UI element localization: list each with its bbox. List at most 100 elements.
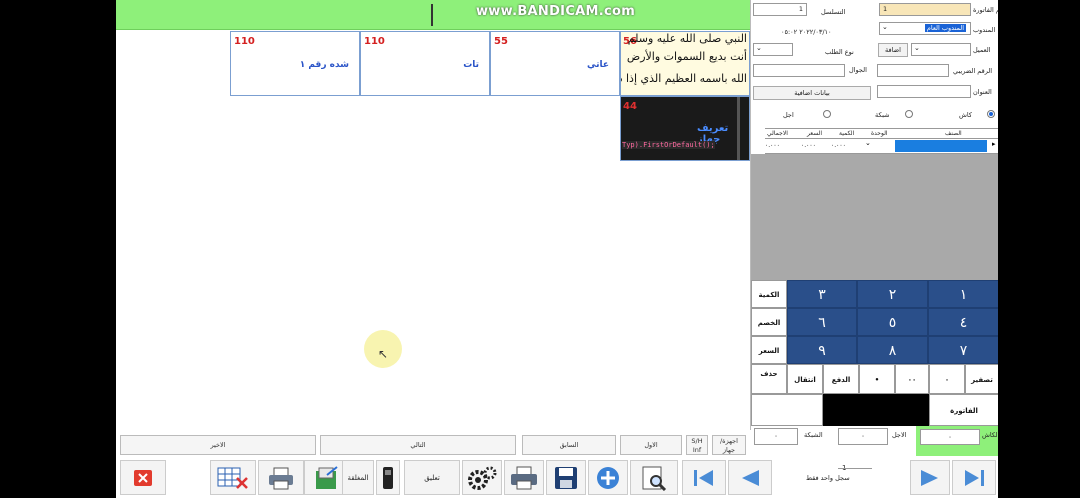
key-4[interactable]: ٤ (928, 308, 998, 336)
next-record-button[interactable] (910, 460, 950, 495)
radio-credit[interactable] (823, 110, 831, 118)
cursor-icon: ↖ (378, 347, 389, 361)
print-button[interactable] (258, 460, 304, 495)
key-3[interactable]: ٣ (787, 280, 857, 308)
pay-key[interactable]: الدفع (823, 364, 859, 394)
customer-select[interactable]: ⌄ (911, 43, 971, 56)
rep-select[interactable]: ⌄ المندوب العام (879, 22, 971, 35)
price-cell[interactable]: ٠.٠٠٠ (801, 142, 816, 149)
product-tile[interactable]: 110 تات (360, 31, 490, 96)
chevron-down-icon: ⌄ (914, 44, 920, 52)
sh-info-button[interactable]: S/H Inf (686, 435, 708, 455)
price-key[interactable]: السعر (751, 336, 787, 364)
closed-label: المغلقة (347, 473, 369, 482)
product-tile[interactable]: 110 شده رقم ١ (230, 31, 360, 96)
key-9[interactable]: ٩ (787, 336, 857, 364)
save-button[interactable] (546, 460, 586, 495)
add-customer-button[interactable]: اضافة (878, 43, 908, 57)
card-reader-icon (383, 466, 393, 489)
last-button[interactable]: الاخير (120, 435, 316, 455)
product-tile-code[interactable]: 44 تعريف جهاز Typ).FirstOrDefault(); (620, 96, 750, 161)
invoice-number-field[interactable]: 1 (879, 3, 971, 16)
chevron-down-icon: ⌄ (756, 44, 762, 52)
key-6[interactable]: ٦ (787, 308, 857, 336)
device-button[interactable]: اجهزة/ جهاز (712, 435, 746, 455)
qty-key[interactable]: الكمية (751, 280, 787, 308)
serial-label: التسلسل (821, 8, 846, 16)
prev-button[interactable]: السابق (522, 435, 616, 455)
move-key[interactable]: انتقال (787, 364, 823, 394)
items-area: ◉ ■ ❐ ✲ (751, 154, 998, 422)
extra-data-button[interactable]: بيانات اضافية (753, 86, 871, 100)
mobile-label: الجوال (849, 66, 867, 74)
network-total: ٠ (754, 428, 798, 445)
address-field[interactable] (877, 85, 971, 98)
printer-icon (511, 466, 537, 489)
mobile-field[interactable] (753, 64, 845, 77)
order-type-select[interactable]: ⌄ (753, 43, 793, 56)
item-cell[interactable] (895, 140, 987, 152)
qty-cell[interactable]: ٠.٠٠٠ (831, 142, 846, 149)
tax-number-field[interactable] (877, 64, 949, 77)
tile-price: 44 (623, 101, 637, 112)
serial-field[interactable]: 1 (753, 3, 807, 16)
invoice-number-label: رقم الفاتورة (973, 6, 998, 14)
prev-record-button[interactable] (728, 460, 772, 495)
address-label: العنوان (973, 88, 992, 96)
tile-name: تات (463, 60, 479, 70)
record-indicator: 1 سجل واحد فقط (776, 460, 912, 495)
key-2[interactable]: ٢ (857, 280, 928, 308)
key-8[interactable]: ٨ (857, 336, 928, 364)
key-5[interactable]: ٥ (857, 308, 928, 336)
first-button[interactable]: الاول (620, 435, 682, 455)
delete-grid-button[interactable] (210, 460, 256, 495)
blank-key[interactable] (751, 394, 823, 426)
search-button[interactable] (630, 460, 678, 495)
keypad: الكمية الخصم السعر ٣ ٢ ١ ٦ ٥ ٤ ٩ ٨ ٧ حذف… (751, 280, 998, 430)
scrollbar[interactable] (737, 97, 740, 160)
radio-cash[interactable] (987, 110, 995, 118)
order-type-label: نوع الطلب (825, 48, 854, 56)
suspend-label: تعليق (424, 473, 440, 482)
double-zero-key[interactable]: ٠٠ (895, 364, 929, 394)
cash-total-label: الكاش (982, 431, 998, 439)
plus-icon (597, 466, 619, 489)
close-icon (134, 469, 152, 486)
chevron-down-icon[interactable]: ⌄ (865, 139, 871, 147)
add-invoice-button[interactable] (588, 460, 628, 495)
settings-button[interactable] (462, 460, 502, 495)
total-cell: ٠.٠٠٠ (765, 142, 780, 149)
dot-key[interactable]: • (859, 364, 895, 394)
radio-network[interactable] (905, 110, 913, 118)
items-grid-header: الصنف الوحدة الكمية السعر الاجمالي (765, 128, 998, 139)
first-record-button[interactable] (682, 460, 726, 495)
key-1[interactable]: ١ (928, 280, 998, 308)
save-icon (555, 466, 577, 489)
next-button[interactable]: التالي (320, 435, 516, 455)
delete-key[interactable]: حذف (751, 364, 787, 394)
product-tile[interactable]: 55 عاتي (490, 31, 620, 96)
close-invoice-button[interactable] (120, 460, 166, 495)
discount-key[interactable]: الخصم (751, 308, 787, 336)
key-7[interactable]: ٧ (928, 336, 998, 364)
tax-number-label: الرقم الضريبي (953, 67, 993, 75)
clear-key[interactable]: تصفير (965, 364, 998, 394)
suspend-button[interactable]: تعليق (404, 460, 460, 495)
touch-indicator: ↖ (364, 330, 402, 368)
credit-total-label: الاجل (892, 431, 907, 439)
zero-key[interactable]: ٠ (929, 364, 965, 394)
print-preview-button[interactable] (504, 460, 544, 495)
closed-invoices-button[interactable]: المغلقة (342, 460, 374, 495)
search-icon (642, 466, 667, 491)
customer-label: العميل (973, 46, 991, 54)
tile-price: 110 (234, 36, 255, 47)
table-row[interactable]: ▸ ⌄ ٠.٠٠٠ ٠.٠٠٠ ٠.٠٠٠ (765, 139, 998, 154)
watermark: www.BANDICAM.com (476, 4, 636, 19)
product-tile-text[interactable]: 56 النبي صلى الله عليه وسلم أنت بديع الس… (620, 31, 750, 96)
next-icon (921, 469, 938, 486)
col-unit: الوحدة (871, 130, 888, 137)
cash-label: كاش (959, 111, 973, 119)
pos-device-button[interactable] (376, 460, 400, 495)
invoices-key[interactable]: الفاتورة (929, 394, 998, 426)
last-record-button[interactable] (952, 460, 996, 495)
